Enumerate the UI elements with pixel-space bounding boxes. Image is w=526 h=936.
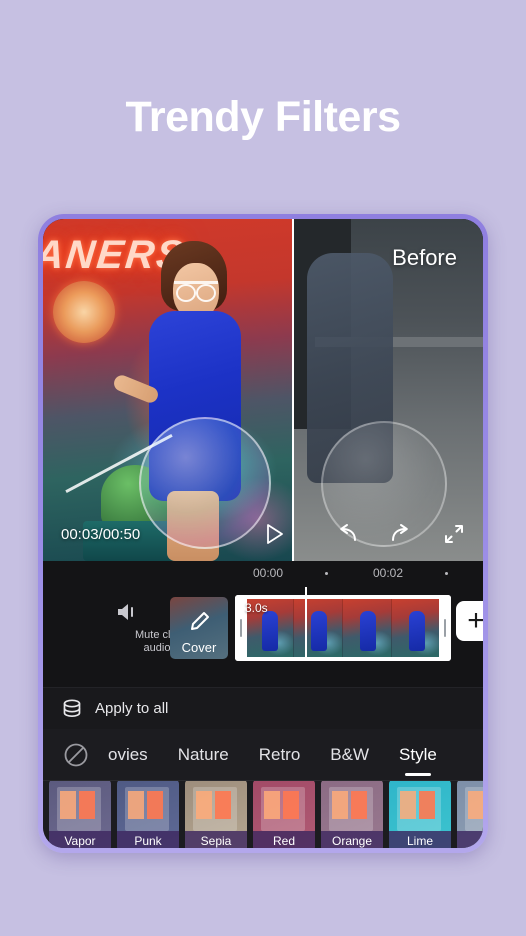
filter-item-red[interactable]: Red [253,781,315,848]
filter-label: Vapor [49,830,111,848]
ruler-tick [445,572,448,575]
speaker-mute-icon [118,604,133,620]
filter-item-lime[interactable]: Lime [389,781,451,848]
filter-label: Ne [457,830,483,848]
timeline-ruler: 00:00 00:02 [43,561,483,587]
redo-icon[interactable] [389,523,413,545]
apply-to-all-label: Apply to all [95,700,169,717]
video-preview[interactable]: ANERS Before 00:03/00:50 [43,219,483,561]
tab-bw[interactable]: B&W [315,745,384,765]
tab-retro[interactable]: Retro [244,745,316,765]
filter-label: Orange [321,830,383,848]
filter-item-neon[interactable]: Ne [457,781,483,848]
filter-label: Red [253,830,315,848]
clip-duration-label: 3.0s [245,601,268,615]
undo-icon[interactable] [335,523,359,545]
round-sign [53,281,115,343]
before-after-divider[interactable] [292,219,294,561]
filter-label: Punk [117,830,179,848]
page-title: Trendy Filters [125,93,401,141]
ruler-tick [325,572,328,575]
filter-label: Lime [389,830,451,848]
layers-icon [63,698,81,717]
clip-frame [343,599,392,657]
cover-thumbnail-button[interactable]: Cover [170,597,228,659]
preview-after-half: ANERS [43,219,292,561]
apply-to-all-button[interactable]: Apply to all [43,687,483,729]
timecode-label: 00:03/00:50 [61,525,141,543]
clip-frame [392,599,441,657]
filter-item-sepia[interactable]: Sepia [185,781,247,848]
filter-category-tabs[interactable]: ovies Nature Retro B&W Style [43,729,483,781]
tab-movies[interactable]: ovies [93,745,163,765]
phone-frame: ANERS Before 00:03/00:50 00:00 00:02 Mut… [38,214,488,853]
add-clip-button[interactable]: + [456,601,483,641]
filtered-photo: ANERS [43,219,292,561]
clip-frames [245,599,441,657]
preview-right-controls [335,523,465,545]
clip-frame [294,599,343,657]
filter-item-vapor[interactable]: Vapor [49,781,111,848]
before-label: Before [392,245,457,270]
cover-label: Cover [181,640,217,655]
clip-trim-handle-right[interactable] [439,595,451,661]
filter-strip[interactable]: Vapor Punk Sepia Red Orange Lime [43,781,483,848]
filter-item-punk[interactable]: Punk [117,781,179,848]
play-icon[interactable] [265,523,285,545]
filter-item-orange[interactable]: Orange [321,781,383,848]
pencil-icon [190,611,210,631]
playhead[interactable] [305,587,307,661]
filter-label: Sepia [185,830,247,848]
timeline[interactable]: 00:00 00:02 Mute clip audio Cover 3.0s + [43,561,483,687]
phone-screen: ANERS Before 00:03/00:50 00:00 00:02 Mut… [43,219,483,848]
tab-nature[interactable]: Nature [163,745,244,765]
ruler-label-0: 00:00 [253,566,284,580]
no-filter-icon[interactable] [63,742,89,768]
fullscreen-icon[interactable] [443,523,465,545]
tab-style[interactable]: Style [384,745,452,765]
timeline-body: Mute clip audio Cover 3.0s + [43,587,483,687]
glasses-icon [174,281,218,302]
ruler-label-1: 00:02 [373,566,404,580]
preview-controls: 00:03/00:50 [43,517,483,551]
